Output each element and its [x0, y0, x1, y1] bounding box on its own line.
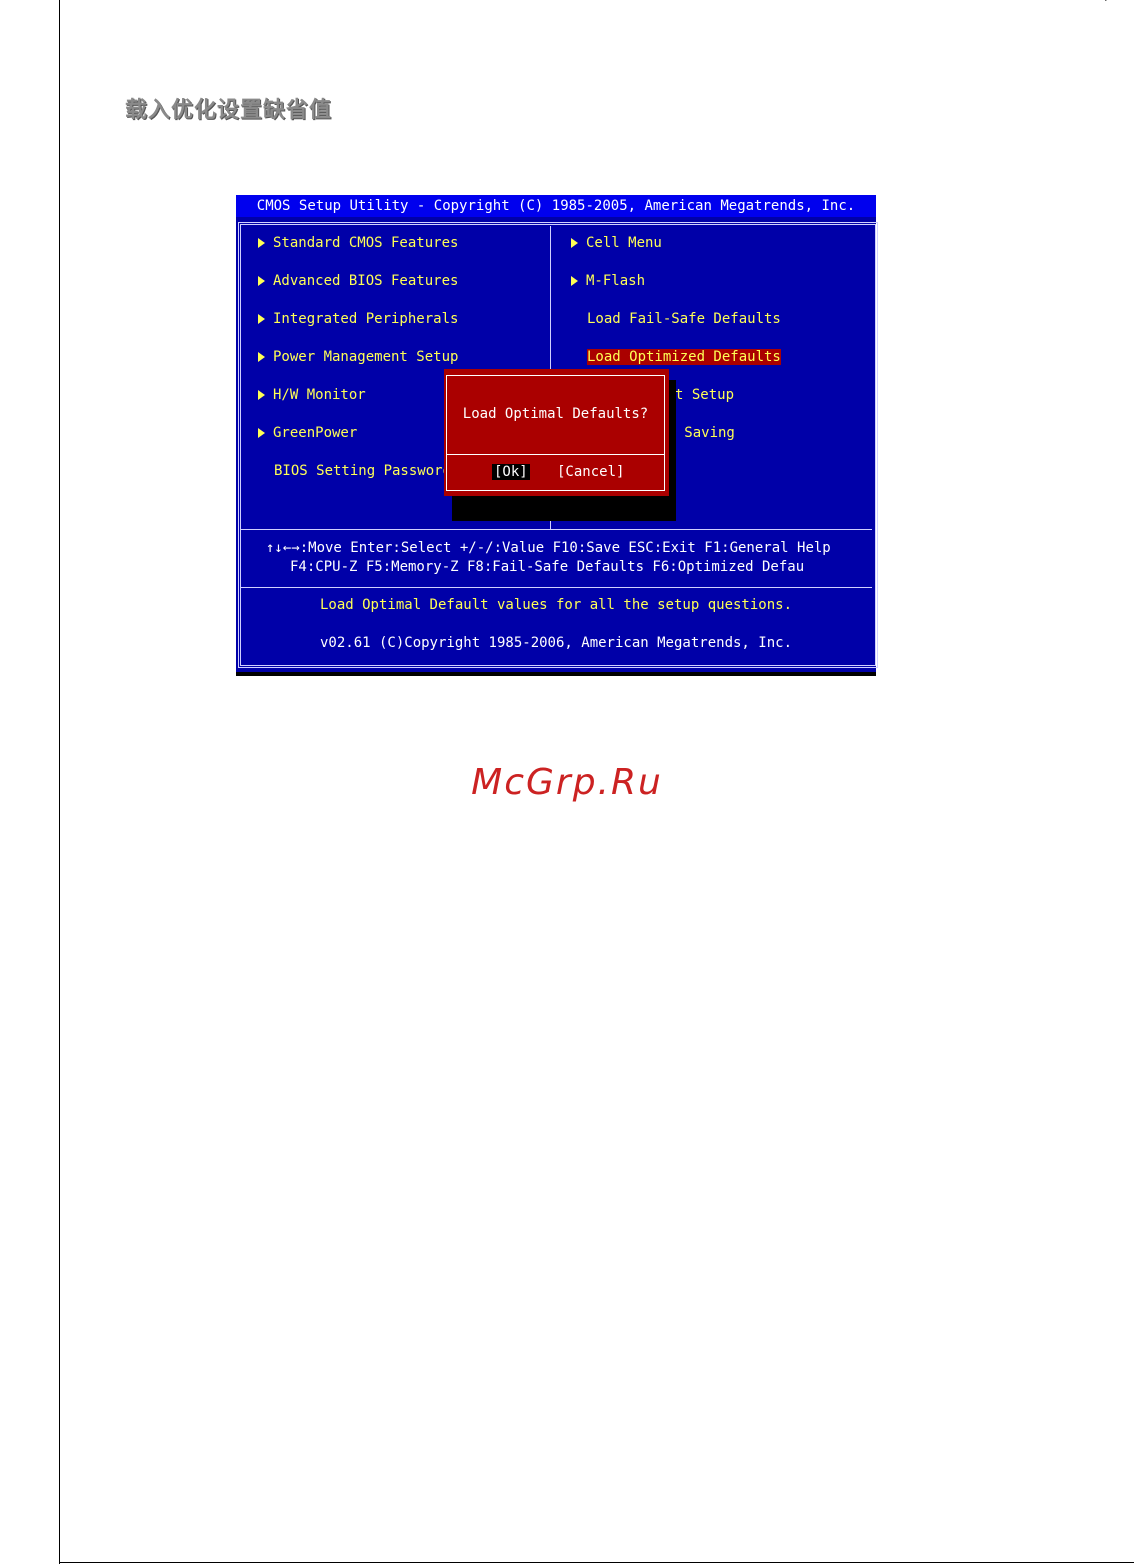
- dialog-question: Load Optimal Defaults?: [462, 406, 649, 422]
- menu-greenpower[interactable]: GreenPower: [258, 425, 357, 441]
- submenu-arrow-icon: [571, 238, 578, 248]
- menu-cell-menu[interactable]: Cell Menu: [571, 235, 662, 251]
- bios-version-copyright: v02.61 (C)Copyright 1985-2006, American …: [319, 635, 792, 651]
- watermark: McGrp.Ru: [471, 762, 663, 803]
- ok-button[interactable]: [Ok]: [492, 464, 530, 480]
- menu-hw-monitor[interactable]: H/W Monitor: [258, 387, 366, 403]
- menu-standard-cmos-features[interactable]: Standard CMOS Features: [258, 235, 458, 251]
- submenu-arrow-icon: [258, 276, 265, 286]
- menu-bios-setting-password[interactable]: BIOS Setting Password: [274, 463, 451, 479]
- help-keys-line-1: ↑↓←→:Move Enter:Select +/-/:Value F10:Sa…: [266, 540, 831, 556]
- dialog-separator: [447, 454, 664, 455]
- menu-m-flash[interactable]: M-Flash: [571, 273, 645, 289]
- page-corner-line: [1105, 0, 1132, 1]
- menu-advanced-bios-features[interactable]: Advanced BIOS Features: [258, 273, 458, 289]
- confirm-dialog: Load Optimal Defaults? [Ok] [Cancel]: [444, 369, 669, 496]
- dialog-frame: Load Optimal Defaults? [Ok] [Cancel]: [446, 375, 665, 491]
- menu-help-divider: [240, 529, 872, 530]
- page-border-bottom: [59, 1562, 1134, 1563]
- help-keys-line-2: F4:CPU-Z F5:Memory-Z F8:Fail-Safe Defaul…: [290, 559, 805, 575]
- submenu-arrow-icon: [258, 314, 265, 324]
- bios-screen: CMOS Setup Utility - Copyright (C) 1985-…: [236, 195, 878, 676]
- menu-load-fail-safe-defaults[interactable]: Load Fail-Safe Defaults: [587, 311, 781, 327]
- menu-power-management-setup[interactable]: Power Management Setup: [258, 349, 458, 365]
- submenu-arrow-icon: [571, 276, 578, 286]
- menu-integrated-peripherals[interactable]: Integrated Peripherals: [258, 311, 458, 327]
- status-message: Load Optimal Default values for all the …: [319, 597, 792, 613]
- bios-title-bar: CMOS Setup Utility - Copyright (C) 1985-…: [236, 195, 876, 217]
- submenu-arrow-icon: [258, 390, 265, 400]
- bios-bottom-edge: [236, 672, 876, 676]
- help-status-divider: [240, 587, 872, 588]
- menu-load-optimized-defaults[interactable]: Load Optimized Defaults: [587, 349, 781, 365]
- submenu-arrow-icon: [258, 428, 265, 438]
- page-heading: 载入优化设置缺省值: [125, 98, 333, 123]
- submenu-arrow-icon: [258, 238, 265, 248]
- menu-save-exit-setup[interactable]: t Setup: [675, 387, 734, 403]
- submenu-arrow-icon: [258, 352, 265, 362]
- cancel-button[interactable]: [Cancel]: [557, 464, 624, 480]
